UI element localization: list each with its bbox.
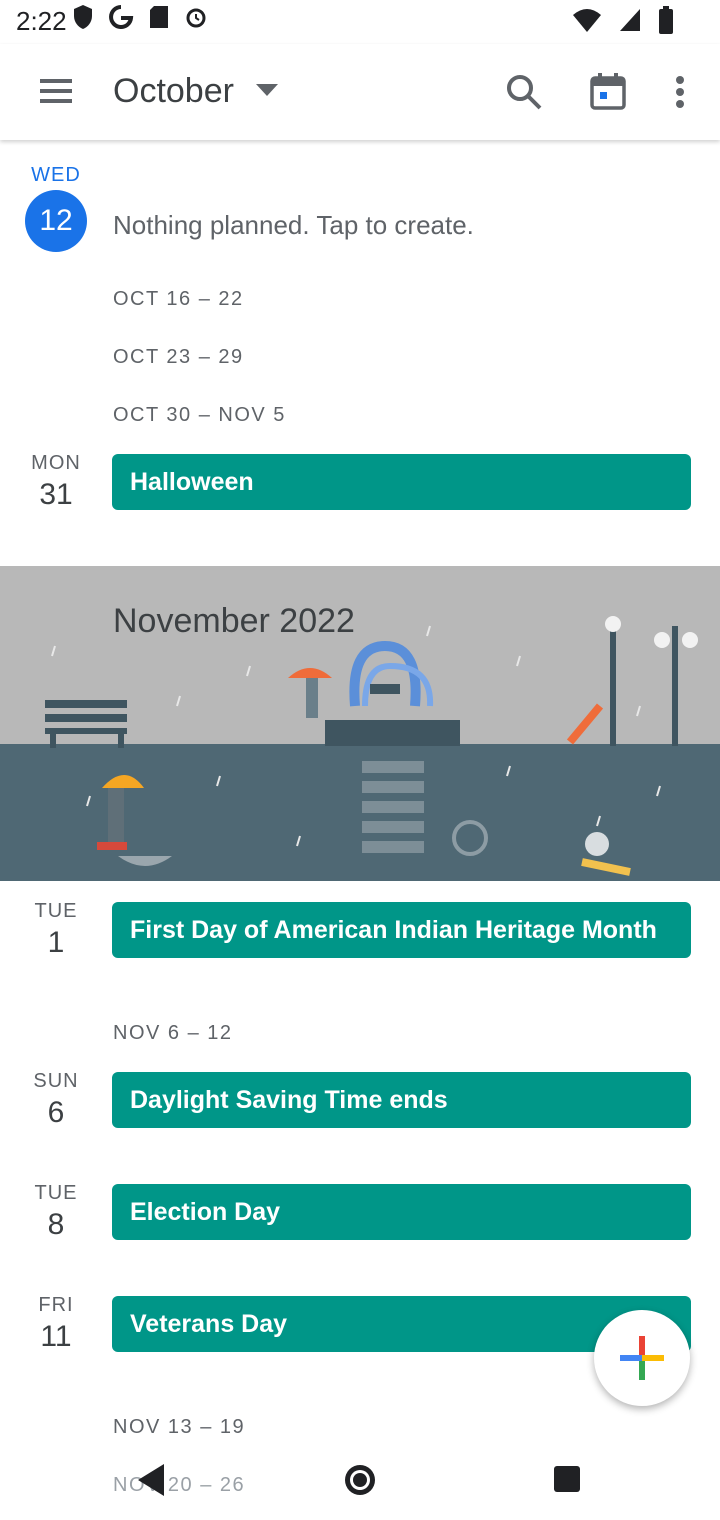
empty-day-prompt[interactable]: Nothing planned. Tap to create.: [113, 210, 474, 241]
menu-icon[interactable]: [38, 76, 74, 106]
month-title[interactable]: October: [113, 72, 234, 111]
status-system-icons: [572, 6, 674, 34]
week-range-label: NOV 13 – 19: [113, 1416, 246, 1438]
month-banner: November 2022: [0, 566, 720, 881]
shield-icon: [74, 5, 92, 29]
status-bar: 2:22: [0, 0, 720, 44]
search-icon[interactable]: [504, 72, 544, 112]
day-number: 8: [47, 1208, 65, 1241]
event-chip[interactable]: First Day of American Indian Heritage Mo…: [112, 902, 691, 958]
back-icon[interactable]: [136, 1462, 166, 1498]
week-range-label: NOV 6 – 12: [113, 1022, 233, 1044]
day-of-week: FRI: [38, 1294, 74, 1316]
week-range-label: OCT 16 – 22: [113, 288, 244, 310]
day-of-week: MON: [31, 452, 81, 474]
day-of-week: TUE: [34, 1182, 78, 1204]
event-chip[interactable]: Election Day: [112, 1184, 691, 1240]
sd-card-icon: [150, 6, 168, 28]
home-icon[interactable]: [342, 1462, 378, 1498]
wifi-icon: [573, 9, 601, 32]
event-chip[interactable]: Halloween: [112, 454, 691, 510]
create-event-button[interactable]: [594, 1310, 690, 1406]
week-range-label: OCT 23 – 29: [113, 346, 244, 368]
recents-icon[interactable]: [552, 1464, 582, 1494]
day-number: 31: [39, 478, 73, 511]
rainy-park-illustration: [0, 566, 720, 881]
banner-month-title: November 2022: [113, 602, 355, 640]
day-number: 1: [47, 926, 65, 959]
plus-icon: [620, 1336, 664, 1380]
alarm-icon: [186, 8, 206, 28]
battery-icon: [659, 6, 673, 34]
event-chip[interactable]: Daylight Saving Time ends: [112, 1072, 691, 1128]
status-notification-icons: [72, 4, 208, 30]
week-range-label: OCT 30 – NOV 5: [113, 404, 286, 426]
day-of-week: TUE: [34, 900, 78, 922]
today-calendar-icon[interactable]: [588, 72, 628, 112]
today-day-of-week: WED: [31, 164, 81, 186]
month-dropdown-icon[interactable]: [256, 84, 278, 96]
today-date-badge[interactable]: 12: [25, 190, 87, 252]
day-of-week: SUN: [33, 1070, 79, 1092]
day-number: 6: [47, 1096, 65, 1129]
day-number: 11: [40, 1320, 72, 1353]
system-navigation-bar: [0, 1440, 720, 1520]
signal-icon: [620, 9, 640, 31]
app-bar: October: [0, 44, 720, 140]
status-time: 2:22: [16, 6, 67, 36]
google-g-icon: [109, 5, 134, 29]
more-options-icon[interactable]: [668, 72, 692, 112]
